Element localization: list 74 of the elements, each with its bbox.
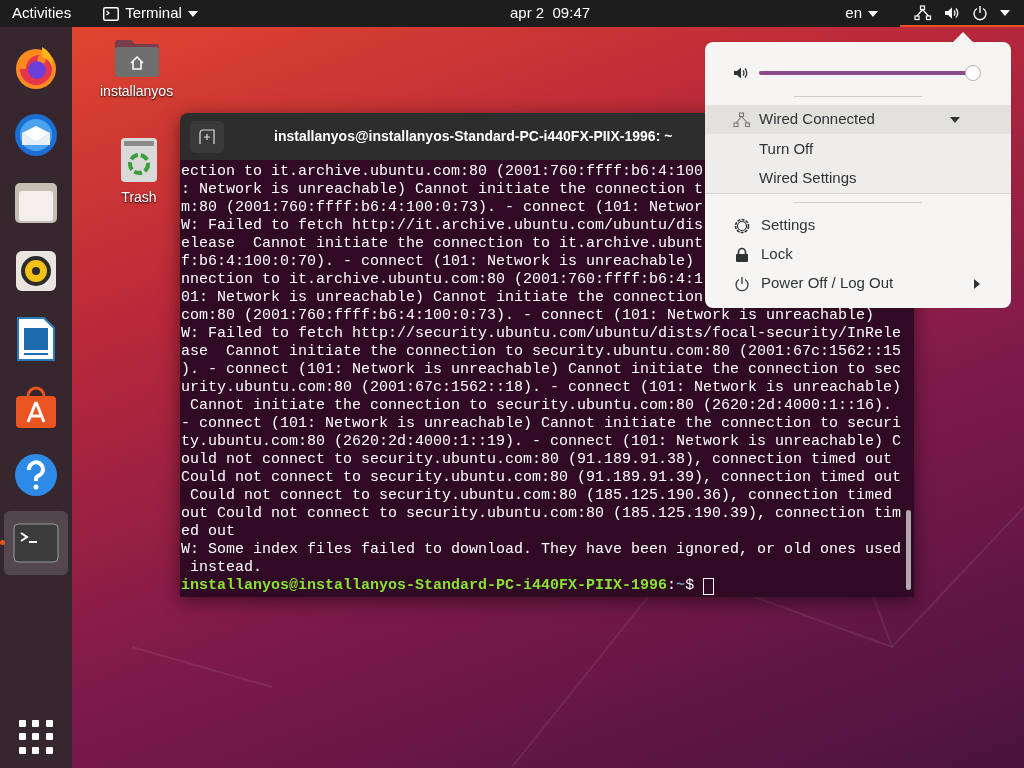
submenu-item[interactable]: Turn Off [705,135,1011,164]
output-line: 01: Network is unreachable) Cannot initiate the connection [181,289,704,307]
desktop-icon-label: installanyos [100,82,174,101]
document-icon [16,316,56,362]
lock-icon [735,246,749,263]
output-line: ed out [181,523,235,541]
output-line: ould not connect to security.ubuntu.com:80 (91.189.91.38), connection timed out [181,451,893,469]
output-line: f:b6:4:100:0:70). - connect (101: Network is unreachable) [181,253,695,271]
menu-item[interactable]: Settings [705,211,1011,240]
output-line: Cannot initiate the connection to security.ubuntu.com:80 (2620:2d:4000:1::16). [189,397,893,415]
submenu-item[interactable]: Wired Settings [705,164,1011,193]
activities-button[interactable]: Activities [0,0,84,27]
output-line: urity.ubuntu.com:80 (2001:67c:1562::18). - connect (101: Network is unreachable) [181,379,902,397]
add-tab-icon [199,128,215,145]
power-icon [972,4,988,21]
prompt-user-host: installanyos@installanyos-Standard-PC-i440FX-PIIX-1996 [181,577,668,595]
speaker-icon [14,249,58,293]
caret-icon [187,10,198,17]
window-title: installanyos@installanyos-Standard-PC-i440FX-PIIX-1996: ~ [274,127,673,146]
clock[interactable]: apr 2 09:47 [510,0,591,27]
caret-icon [1000,9,1010,16]
output-line: W: Failed to fetch http://it.archive.ubuntu.com/ubuntu/dis [181,217,704,235]
output-line: W: Some index files failed to download. They have been ignored, or old ones used [181,541,902,559]
app-menu[interactable]: Terminal [103,0,198,27]
app-menu-label: Terminal [125,3,182,24]
input-source-menu[interactable]: en [837,0,886,27]
network-menu-item[interactable]: Wired Connected [705,105,1011,134]
output-line: out Could not connect to security.ubuntu.com:80 (185.125.190.39), connection tim [181,505,902,523]
new-tab-button[interactable] [190,120,224,153]
output-line: Could not connect to security.ubuntu.com:80 (91.189.91.39), connection timed out [181,469,902,487]
show-applications-button[interactable] [19,720,53,754]
menu-item-label: Settings [761,215,817,236]
prompt-symbol: $ [685,577,695,595]
network-icon [733,111,751,128]
output-line: nnection to it.archive.ubuntu.com:80 (2001:760:ffff:b6:4:1 [181,271,704,289]
prompt-separator: : [667,577,677,595]
output-line: ase Cannot initiate the connection to security.ubuntu.com:80 (2001:67c:1562::15 [181,343,902,361]
terminal-icon [103,6,120,21]
menu-item[interactable]: Lock [705,240,1011,269]
folder-icon [13,181,59,225]
output-line: ection to it.archive.ubuntu.com:80 (2001:760:ffff:b6:4:100 [181,163,704,181]
mail-icon [12,111,60,159]
output-line: Could not connect to security.ubuntu.com:80 (185.125.190.36), connection timed [189,487,893,505]
output-line: com:80 (2001:760:ffff:b6:4:100:0:73). - connect (101: Network is unreachable) [181,307,875,325]
menu-item-label: Power Off / Log Out [761,273,895,294]
help-icon [13,452,59,498]
output-line: m:80 (2001:760:ffff:b6:4:100:0:73). - connect (101: Networ [181,199,704,217]
power-icon [734,275,750,292]
output-line: ty.ubuntu.com:80 (2620:2d:4000:1::19). - connect (101: Network is unreachable) C [181,433,902,451]
volume-icon [944,5,960,20]
volume-icon [733,66,749,80]
desktop-icon-label: Trash [121,188,157,207]
terminal-icon [13,523,59,563]
menu-item-label: Lock [761,244,794,265]
output-line: elease Cannot initiate the connection to it.archive.ubunt [181,235,704,253]
trash-icon [120,137,158,183]
network-icon [914,4,932,21]
network-label: Wired Connected [759,109,876,130]
output-line: : Network is unreachable) Cannot initiate the connection t [181,181,704,199]
output-line: ). - connect (101: Network is unreachable) Cannot initiate the connection to sec [181,361,902,379]
menu-item[interactable]: Power Off / Log Out [705,269,1011,298]
gear-icon [733,216,751,235]
prompt-path: ~ [676,577,686,595]
home-folder-icon [112,37,161,77]
output-line: W: Failed to fetch http://security.ubuntu.com/ubuntu/dists/focal-security/InRele [181,325,902,343]
shopping-bag-icon [13,384,59,430]
slider-thumb[interactable] [964,65,981,81]
output-line: - connect (101: Network is unreachable) Cannot initiate the connection to securi [181,415,902,433]
caret-icon [868,10,878,17]
caret-icon [950,116,960,123]
output-line: instead. [189,559,262,577]
scrollbar-thumb[interactable] [906,510,911,590]
input-source-label: en [845,3,862,24]
text-cursor [703,577,715,595]
